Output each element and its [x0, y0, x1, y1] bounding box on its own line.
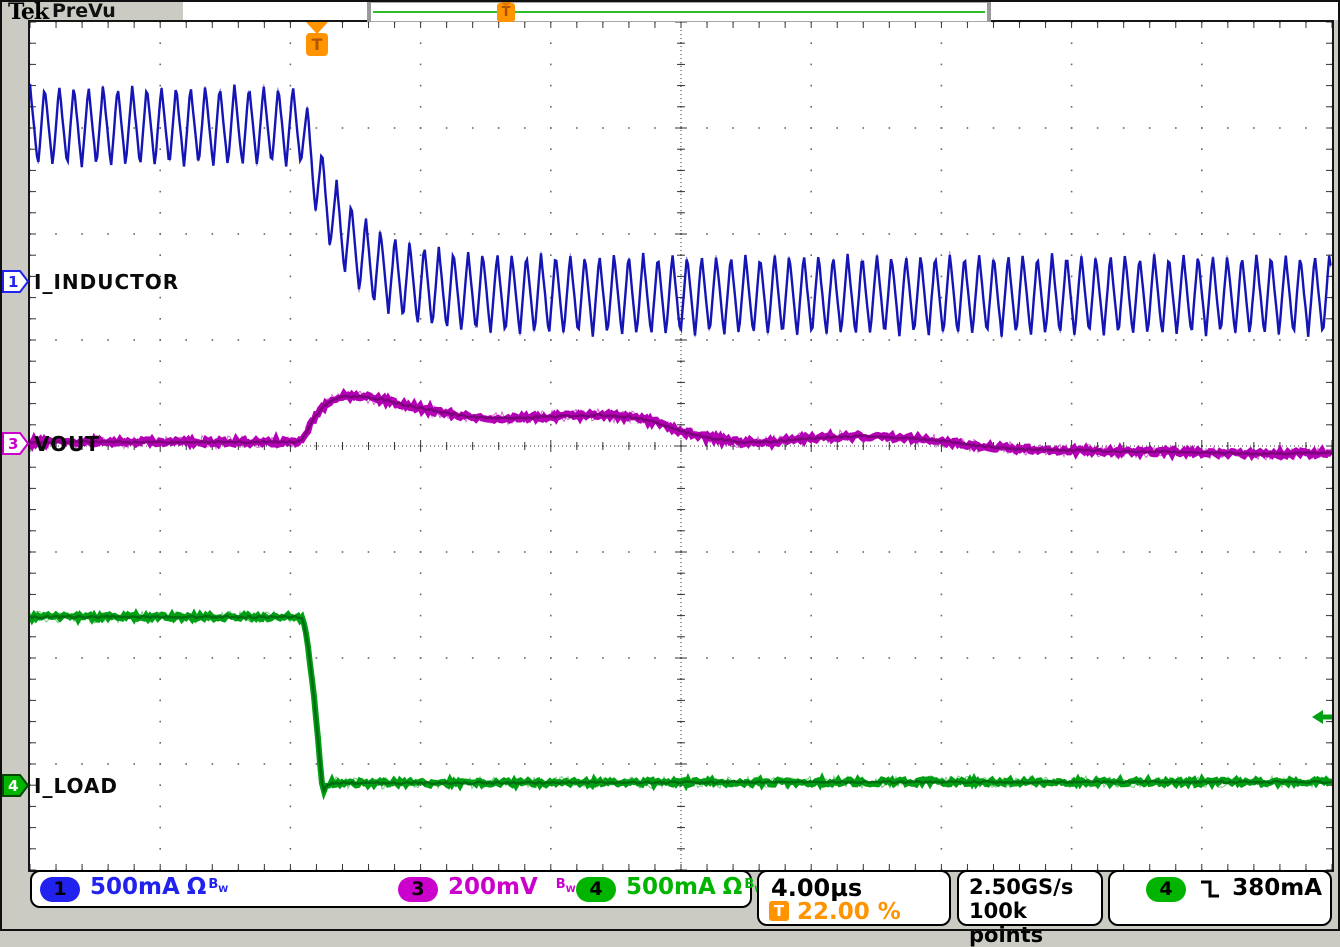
record-trigger-t-label: T	[502, 5, 511, 20]
trigger-level-readout: 380mA	[1232, 875, 1322, 901]
trigger-position-readout: 22.00 %	[797, 899, 901, 925]
ch1-impedance-symbol: Ω	[187, 874, 207, 900]
trigger-position-t-label: T	[306, 33, 328, 56]
ch1-scale-readout[interactable]: 500mA ΩBW	[90, 874, 228, 900]
horizontal-settings-box[interactable]: 4.00µs T 22.00 %	[757, 870, 951, 926]
ch1-bandwidth-icon: BW	[208, 877, 228, 892]
channel-readouts-box: 1 500mAΩBW 3 200mVBW 4 500mAΩBW	[30, 870, 752, 908]
record-trigger-arrow-icon	[500, 1, 512, 7]
record-view-bar: T	[368, 2, 990, 22]
timebase-readout: 4.00µs	[771, 874, 862, 902]
svg-text:4: 4	[8, 777, 18, 795]
ch4-impedance-symbol: Ω	[723, 874, 743, 900]
ch3-reference-marker[interactable]: 3	[2, 430, 29, 457]
ch3-scale-text: 200mV	[448, 874, 538, 900]
record-length-readout: 100k points	[969, 899, 1101, 947]
svg-text:3: 3	[8, 435, 18, 453]
trigger-settings-box[interactable]: 4 380mA	[1108, 870, 1332, 926]
sample-rate-readout: 2.50GS/s	[969, 875, 1073, 899]
record-waveform-line	[373, 11, 985, 13]
trace-label-ch3: VOUT	[34, 432, 100, 454]
trigger-level-arrow-icon[interactable]	[1312, 709, 1332, 725]
falling-edge-icon	[1198, 877, 1224, 901]
ch4-badge[interactable]: 4	[576, 877, 616, 902]
record-trigger-position-marker[interactable]: T	[497, 3, 515, 22]
ch3-badge[interactable]: 3	[398, 877, 438, 902]
ch1-scale-text: 500mA	[90, 874, 180, 900]
trigger-position-marker[interactable]: T	[306, 22, 328, 58]
tek-logo: Tek	[8, 0, 48, 25]
oscilloscope-screen: { "header": { "logo": "Tek", "mode": "Pr…	[0, 0, 1340, 931]
acquisition-mode-label: PreVu	[52, 0, 116, 22]
ch1-reference-marker[interactable]: 1	[2, 268, 29, 295]
ch4-scale-readout[interactable]: 500mAΩBW	[626, 874, 764, 900]
trigger-position-badge-icon: T	[769, 901, 789, 921]
ch3-bandwidth-icon: BW	[556, 877, 576, 892]
waveform-display: I_INDUCTOR VOUT I_LOAD T	[28, 20, 1334, 872]
ch4-scale-text: 500mA	[626, 874, 716, 900]
ch3-scale-readout[interactable]: 200mV BW	[448, 874, 576, 900]
svg-text:1: 1	[8, 273, 18, 291]
scope-graticule-and-traces	[30, 22, 1332, 870]
trace-ch1-i-inductor	[30, 84, 1331, 339]
trigger-source-badge: 4	[1146, 877, 1186, 902]
trace-label-ch1: I_INDUCTOR	[34, 270, 179, 292]
ch1-badge[interactable]: 1	[40, 877, 80, 902]
ch4-reference-marker[interactable]: 4	[2, 772, 29, 799]
logo-area: Tek PreVu	[2, 2, 183, 20]
acquisition-settings-box[interactable]: 2.50GS/s 100k points	[957, 870, 1103, 926]
trace-label-ch4: I_LOAD	[34, 774, 118, 796]
